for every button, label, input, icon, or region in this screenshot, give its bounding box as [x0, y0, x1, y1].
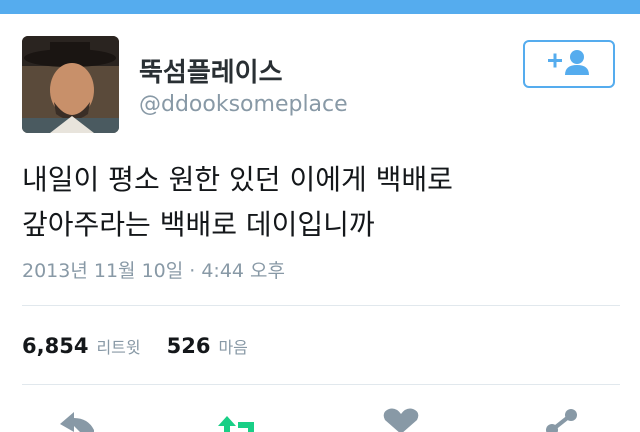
retweet-icon — [214, 404, 258, 432]
reply-icon — [56, 404, 100, 432]
likes-label[interactable]: 마음 — [218, 334, 247, 358]
follow-button[interactable] — [523, 40, 615, 88]
add-user-icon — [546, 48, 592, 80]
divider — [22, 384, 620, 385]
action-bar — [0, 404, 640, 432]
user-handle[interactable]: @ddooksomeplace — [139, 92, 348, 117]
top-bar — [0, 0, 640, 14]
tweet-line: 내일이 평소 원한 있던 이에게 백배로 — [22, 163, 453, 196]
reply-button[interactable] — [56, 404, 100, 432]
retweet-button[interactable] — [214, 404, 258, 432]
retweets-label[interactable]: 리트윗 — [96, 334, 140, 358]
retweets-count[interactable]: 6,854 — [22, 334, 88, 358]
avatar[interactable] — [22, 36, 119, 133]
tweet-stats: 6,854 리트윗 526 마음 — [22, 334, 248, 358]
tweet-text: 내일이 평소 원한 있던 이에게 백배로 갚아주라는 백배로 데이입니까 — [22, 157, 622, 247]
tweet-line: 갚아주라는 백배로 데이입니까 — [22, 208, 375, 241]
likes-count[interactable]: 526 — [167, 334, 211, 358]
tweet-timestamp: 2013년 11월 10일 · 4:44 오후 — [22, 260, 286, 282]
divider — [22, 305, 620, 306]
share-icon — [540, 404, 584, 432]
share-button[interactable] — [540, 404, 584, 432]
like-button[interactable] — [379, 404, 423, 432]
display-name[interactable]: 뚝섬플레이스 — [139, 52, 283, 89]
heart-icon — [379, 404, 423, 432]
